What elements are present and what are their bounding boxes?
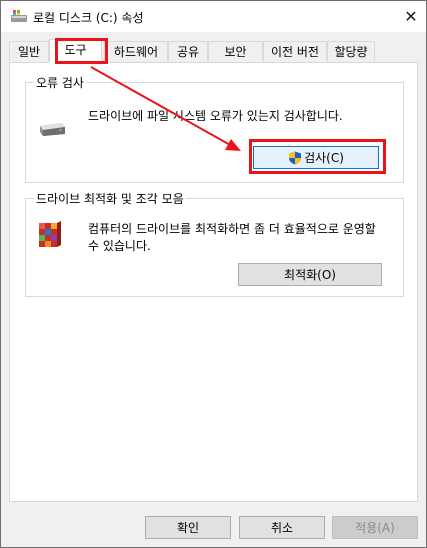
check-button-label: 검사(C): [304, 151, 344, 165]
tools-panel: 오류 검사 드라이브에 파일 시스템 오류가 있는지 검사합니다. 검사(C) …: [9, 62, 418, 502]
tab-previous-versions[interactable]: 이전 버전: [263, 41, 327, 61]
window-title: 로컬 디스크 (C:) 속성: [33, 11, 144, 25]
tab-tools[interactable]: 도구: [49, 39, 102, 63]
optimize-title: 드라이브 최적화 및 조각 모음: [34, 190, 186, 207]
drive-icon: [40, 123, 65, 136]
close-icon: ✕: [404, 7, 418, 26]
error-check-title: 오류 검사: [34, 74, 86, 91]
properties-window: 로컬 디스크 (C:) 속성 ✕ 일반 도구 하드웨어 공유 보안 이전 버전 …: [0, 0, 427, 548]
tab-security[interactable]: 보안: [208, 41, 263, 61]
uac-shield-icon: [289, 151, 302, 164]
ok-button[interactable]: 확인: [145, 516, 231, 539]
optimize-description: 컴퓨터의 드라이브를 최적화하면 좀 더 효율적으로 운영할 수 있습니다.: [88, 222, 376, 253]
tab-quota[interactable]: 할당량: [327, 41, 375, 61]
title-bar: 로컬 디스크 (C:) 속성 ✕: [1, 1, 426, 32]
close-button[interactable]: ✕: [396, 1, 426, 32]
error-check-group: 오류 검사 드라이브에 파일 시스템 오류가 있는지 검사합니다. 검사(C): [25, 74, 404, 183]
drive-icon: [11, 10, 27, 22]
optimize-button[interactable]: 최적화(O): [238, 263, 382, 286]
error-check-description: 드라이브에 파일 시스템 오류가 있는지 검사합니다.: [88, 109, 343, 123]
apply-button[interactable]: 적용(A): [332, 516, 418, 539]
check-button[interactable]: 검사(C): [253, 146, 379, 169]
tab-hardware[interactable]: 하드웨어: [104, 41, 168, 61]
tab-general[interactable]: 일반: [9, 41, 49, 61]
tab-sharing[interactable]: 공유: [168, 41, 208, 61]
cancel-button[interactable]: 취소: [239, 516, 325, 539]
optimize-group: 드라이브 최적화 및 조각 모음 컴퓨터의 드라이브를 최적화하면 좀 더 효율…: [25, 190, 404, 297]
defrag-icon: [39, 221, 61, 247]
